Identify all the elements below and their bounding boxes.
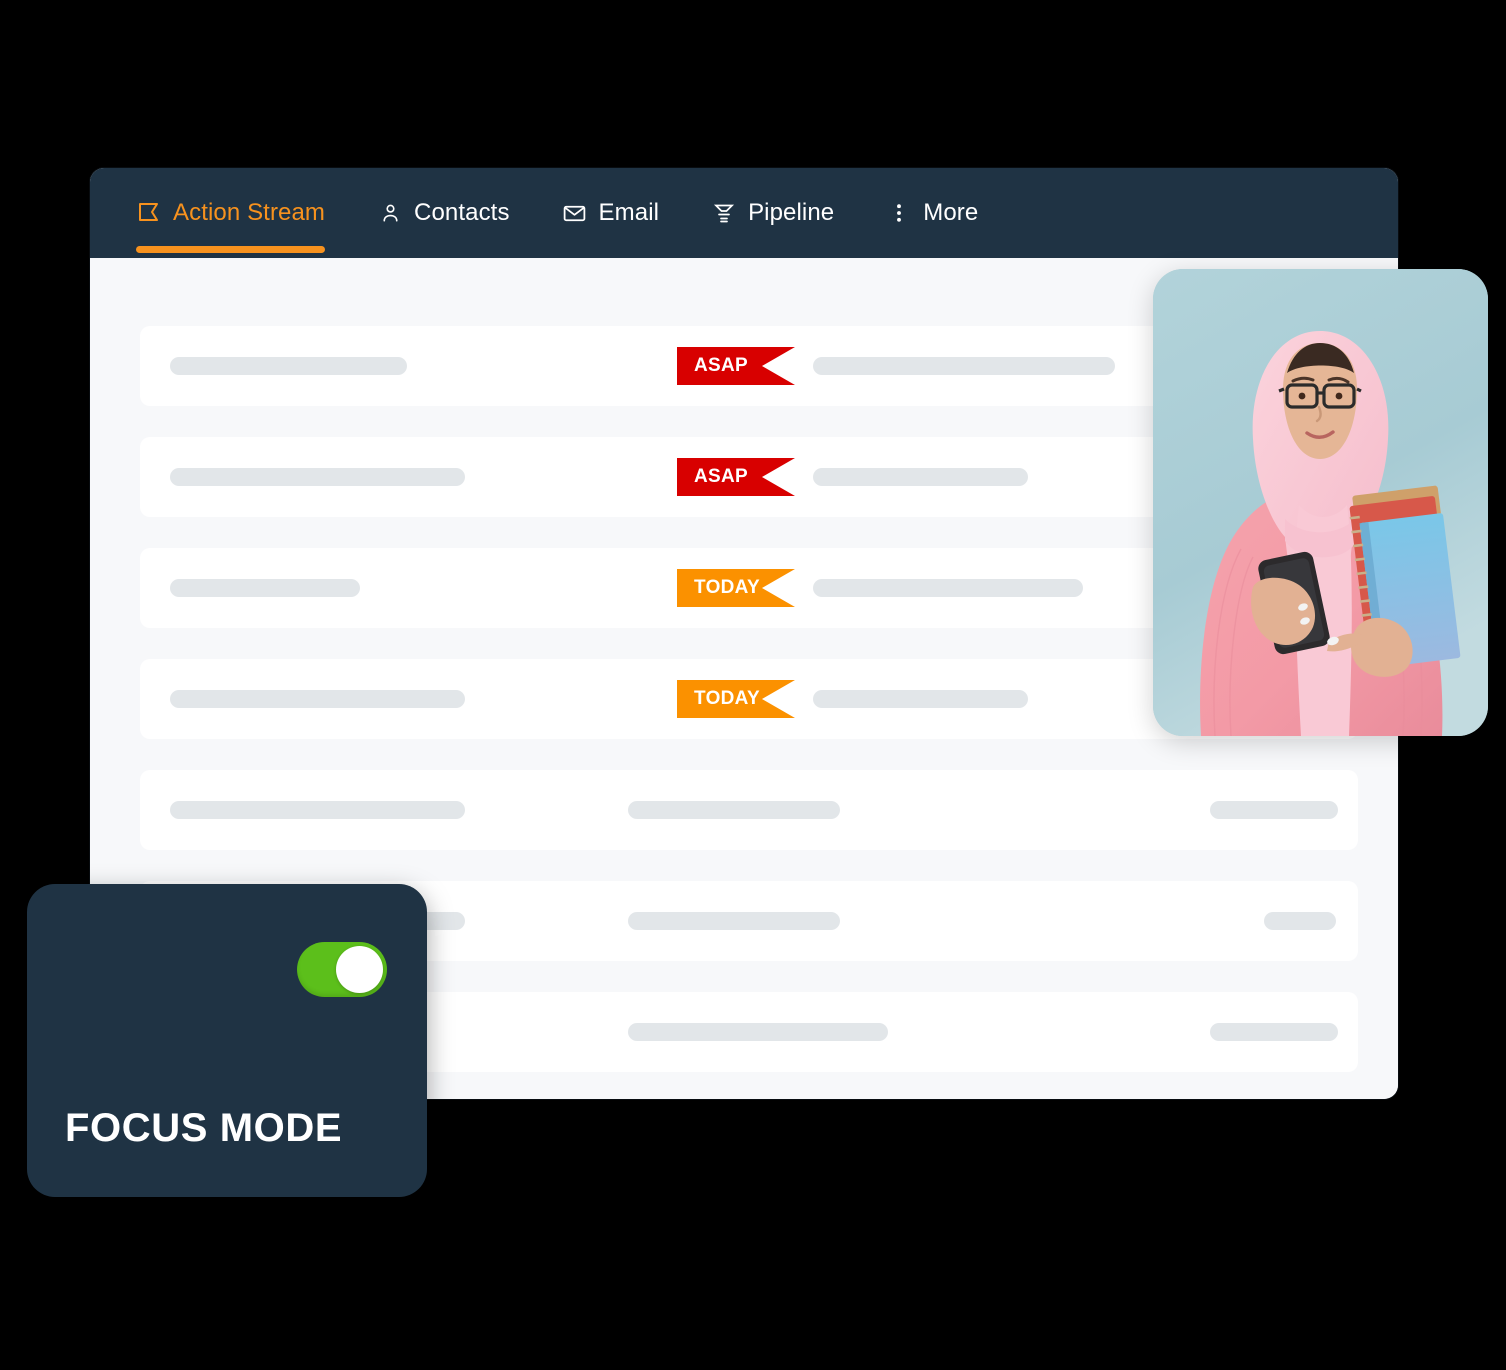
skeleton-placeholder-bar: [170, 801, 465, 819]
priority-ribbon-badge[interactable]: ASAP: [677, 347, 795, 385]
skeleton-placeholder-bar: [170, 579, 360, 597]
skeleton-placeholder-bar: [813, 579, 1083, 597]
kebab-menu-icon: [886, 200, 912, 226]
skeleton-placeholder-bar: [170, 468, 465, 486]
nav-tab-label: Contacts: [414, 199, 510, 226]
focus-mode-card: FOCUS MODE: [27, 884, 427, 1197]
active-tab-underline: [136, 246, 326, 253]
nav-tab-label: Action Stream: [173, 199, 326, 226]
flag-bookmark-icon: [136, 200, 162, 226]
priority-ribbon-badge[interactable]: ASAP: [677, 458, 795, 496]
focus-mode-label: FOCUS MODE: [65, 1106, 343, 1150]
toggle-knob: [336, 946, 383, 993]
skeleton-placeholder-bar: [1264, 912, 1336, 930]
priority-ribbon-badge[interactable]: TODAY: [677, 569, 795, 607]
nav-tab-action-stream[interactable]: Action Stream: [136, 168, 326, 258]
nav-tab-email[interactable]: Email: [562, 168, 660, 258]
skeleton-placeholder-bar: [628, 912, 840, 930]
envelope-icon: [562, 200, 588, 226]
focus-mode-toggle[interactable]: [297, 942, 387, 997]
skeleton-placeholder-bar: [813, 690, 1028, 708]
person-icon: [377, 200, 403, 226]
skeleton-placeholder-bar: [170, 690, 465, 708]
top-navigation-bar: Action Stream Contacts Email Pipeline Mo…: [90, 168, 1398, 258]
skeleton-placeholder-bar: [813, 357, 1115, 375]
portrait-photo: [1153, 269, 1488, 736]
skeleton-placeholder-bar: [813, 468, 1028, 486]
skeleton-placeholder-bar: [628, 1023, 888, 1041]
skeleton-placeholder-bar: [170, 357, 407, 375]
skeleton-placeholder-bar: [1210, 801, 1338, 819]
priority-ribbon-badge[interactable]: TODAY: [677, 680, 795, 718]
portrait-photo-card: [1153, 269, 1488, 736]
skeleton-placeholder-bar: [628, 801, 840, 819]
table-row[interactable]: [140, 770, 1358, 850]
skeleton-placeholder-bar: [1210, 1023, 1338, 1041]
funnel-icon: [711, 200, 737, 226]
nav-tab-pipeline[interactable]: Pipeline: [711, 168, 834, 258]
nav-tab-contacts[interactable]: Contacts: [377, 168, 510, 258]
nav-tab-more[interactable]: More: [886, 168, 978, 258]
nav-tab-label: Pipeline: [748, 199, 835, 226]
nav-tab-label: Email: [598, 199, 660, 226]
nav-tab-label: More: [923, 199, 979, 226]
